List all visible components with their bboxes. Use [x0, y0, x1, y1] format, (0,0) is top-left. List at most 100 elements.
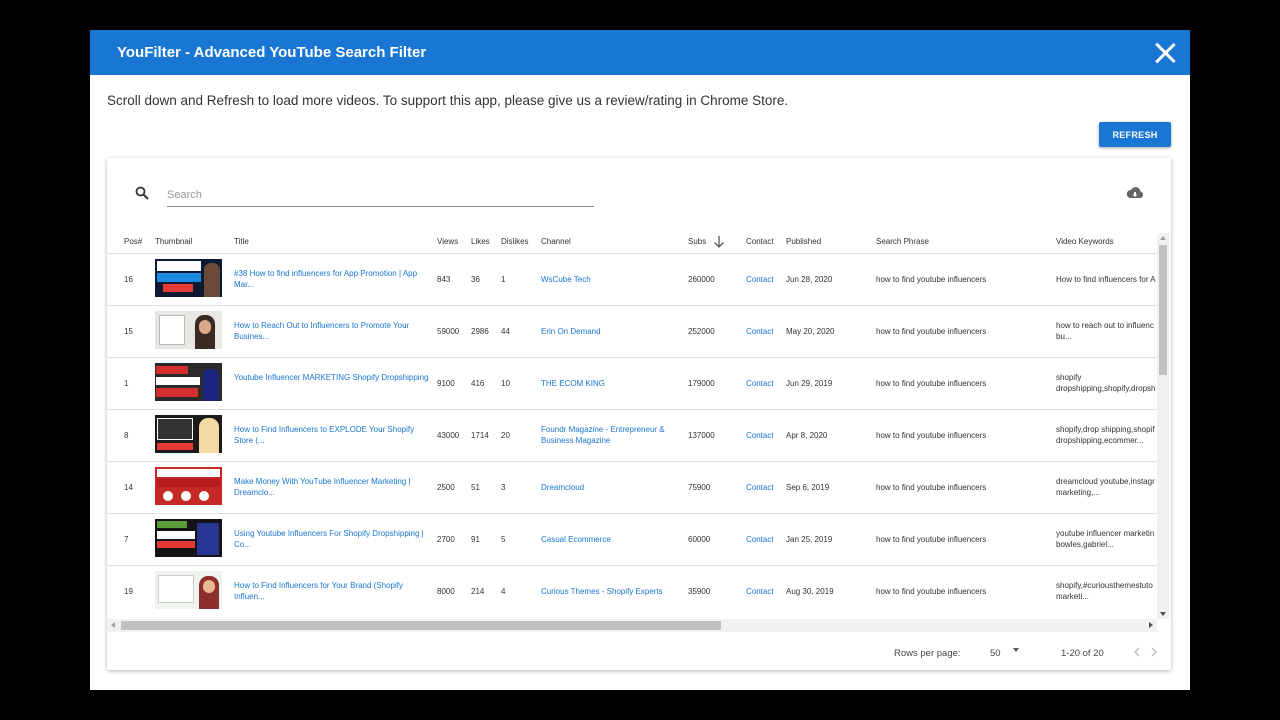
- contact-link[interactable]: Contact: [746, 275, 774, 284]
- channel-link[interactable]: Curious Themes - Shopify Experts: [541, 587, 663, 596]
- contact-link[interactable]: Contact: [746, 379, 774, 388]
- dislikes-cell: 4: [501, 587, 506, 596]
- subs-cell: 35900: [688, 587, 711, 596]
- table-row: 14 Make Money With YouTube Influencer Ma…: [107, 461, 1157, 513]
- video-thumbnail[interactable]: [155, 363, 222, 401]
- horizontal-scroll-thumb[interactable]: [121, 621, 721, 630]
- pos-cell: 15: [124, 327, 133, 336]
- channel-link[interactable]: THE ECOM KING: [541, 379, 605, 388]
- dislikes-cell: 5: [501, 535, 506, 544]
- vertical-scroll-thumb[interactable]: [1159, 245, 1167, 375]
- scroll-left-arrow[interactable]: [111, 622, 115, 628]
- video-thumbnail[interactable]: [155, 467, 222, 505]
- column-header-title[interactable]: Title: [234, 237, 249, 246]
- video-title-link[interactable]: Youtube Influencer MARKETING Shopify Dro…: [234, 373, 429, 384]
- search-icon: [135, 186, 149, 200]
- table-row: 19 How to Find Influencers for Your Bran…: [107, 565, 1157, 617]
- column-header-subs[interactable]: Subs: [688, 237, 706, 246]
- column-header-dislikes[interactable]: Dislikes: [501, 237, 529, 246]
- table-row: 16 #38 How to find influencers for App P…: [107, 253, 1157, 305]
- keywords-cell: youtube influencer marketin bowles,gabri…: [1056, 529, 1155, 549]
- channel-link[interactable]: WsCube Tech: [541, 275, 591, 284]
- column-header-views[interactable]: Views: [437, 237, 458, 246]
- table-pagination: Rows per page: 50 1-20 of 20: [107, 638, 1171, 668]
- video-thumbnail[interactable]: [155, 259, 222, 297]
- subs-cell: 179000: [688, 379, 715, 388]
- youfilter-dialog: YouFilter - Advanced YouTube Search Filt…: [90, 30, 1190, 690]
- published-cell: Aug 30, 2019: [786, 587, 834, 596]
- dialog-header: YouFilter - Advanced YouTube Search Filt…: [90, 30, 1190, 75]
- rows-per-page-select[interactable]: 50: [990, 648, 1001, 659]
- likes-cell: 51: [471, 483, 480, 492]
- pos-cell: 8: [124, 431, 129, 440]
- dislikes-cell: 1: [501, 275, 506, 284]
- dislikes-cell: 10: [501, 379, 510, 388]
- video-title-link[interactable]: #38 How to find influencers for App Prom…: [234, 269, 429, 290]
- column-header-published[interactable]: Published: [786, 237, 821, 246]
- cloud-download-icon[interactable]: [1126, 186, 1144, 200]
- video-title-link[interactable]: How to Reach Out to Influencers to Promo…: [234, 321, 429, 342]
- search-phrase-cell: how to find youtube influencers: [876, 431, 987, 440]
- rows-per-page-label: Rows per page:: [894, 648, 961, 659]
- scroll-right-arrow[interactable]: [1149, 622, 1153, 628]
- results-table-card: Pos# Thumbnail Title Views Likes Dislike…: [107, 158, 1171, 670]
- video-thumbnail[interactable]: [155, 311, 222, 349]
- pos-cell: 16: [124, 275, 133, 284]
- video-thumbnail[interactable]: [155, 519, 222, 557]
- channel-link[interactable]: Casual Ecommerce: [541, 535, 611, 544]
- subs-cell: 75900: [688, 483, 711, 492]
- column-header-contact[interactable]: Contact: [746, 237, 774, 246]
- channel-link[interactable]: Erin On Demand: [541, 327, 601, 336]
- video-title-link[interactable]: Using Youtube Influencers For Shopify Dr…: [234, 529, 429, 550]
- chevron-right-icon[interactable]: [1150, 647, 1158, 657]
- views-cell: 2700: [437, 535, 455, 544]
- vertical-scrollbar[interactable]: [1157, 233, 1169, 619]
- pos-cell: 7: [124, 535, 129, 544]
- likes-cell: 214: [471, 587, 485, 596]
- chevron-down-icon[interactable]: [1013, 648, 1019, 652]
- column-header-thumbnail[interactable]: Thumbnail: [155, 237, 192, 246]
- contact-link[interactable]: Contact: [746, 587, 774, 596]
- video-thumbnail[interactable]: [155, 415, 222, 453]
- channel-link[interactable]: Foundr Magazine - Entrepreneur & Busines…: [541, 425, 676, 446]
- refresh-button[interactable]: REFRESH: [1099, 122, 1171, 147]
- dislikes-cell: 3: [501, 483, 506, 492]
- likes-cell: 2986: [471, 327, 489, 336]
- scroll-down-arrow[interactable]: [1160, 612, 1166, 616]
- arrow-down-icon[interactable]: [713, 235, 725, 249]
- keywords-cell: dreamcloud youtube,instagr marketing,...: [1056, 477, 1155, 497]
- contact-link[interactable]: Contact: [746, 483, 774, 492]
- pos-cell: 14: [124, 483, 133, 492]
- table-row: 15 How to Reach Out to Influencers to Pr…: [107, 305, 1157, 357]
- close-icon[interactable]: [1154, 42, 1176, 64]
- contact-link[interactable]: Contact: [746, 431, 774, 440]
- search-input[interactable]: [167, 183, 594, 207]
- video-title-link[interactable]: Make Money With YouTube Influencer Marke…: [234, 477, 429, 498]
- table-row: 8 How to Find Influencers to EXPLODE You…: [107, 409, 1157, 461]
- video-title-link[interactable]: How to Find Influencers to EXPLODE Your …: [234, 425, 429, 446]
- contact-link[interactable]: Contact: [746, 535, 774, 544]
- published-cell: Jun 29, 2019: [786, 379, 833, 388]
- views-cell: 2500: [437, 483, 455, 492]
- column-header-likes[interactable]: Likes: [471, 237, 490, 246]
- horizontal-scrollbar[interactable]: [107, 619, 1157, 632]
- video-title-link[interactable]: How to Find Influencers for Your Brand (…: [234, 581, 429, 602]
- table-header: Pos# Thumbnail Title Views Likes Dislike…: [107, 233, 1157, 253]
- video-thumbnail[interactable]: [155, 571, 222, 609]
- column-header-video-keywords[interactable]: Video Keywords: [1056, 237, 1114, 246]
- scroll-up-arrow[interactable]: [1160, 236, 1166, 240]
- column-header-pos[interactable]: Pos#: [124, 237, 142, 246]
- table-row: 1 Youtube Influencer MARKETING Shopify D…: [107, 357, 1157, 409]
- search-phrase-cell: how to find youtube influencers: [876, 483, 987, 492]
- column-header-search-phrase[interactable]: Search Phrase: [876, 237, 929, 246]
- search-phrase-cell: how to find youtube influencers: [876, 327, 987, 336]
- column-header-channel[interactable]: Channel: [541, 237, 571, 246]
- views-cell: 843: [437, 275, 451, 284]
- search-phrase-cell: how to find youtube influencers: [876, 587, 987, 596]
- published-cell: May 20, 2020: [786, 327, 835, 336]
- channel-link[interactable]: Dreamcloud: [541, 483, 584, 492]
- pagination-range: 1-20 of 20: [1061, 648, 1104, 659]
- contact-link[interactable]: Contact: [746, 327, 774, 336]
- chevron-left-icon[interactable]: [1133, 647, 1141, 657]
- subs-cell: 260000: [688, 275, 715, 284]
